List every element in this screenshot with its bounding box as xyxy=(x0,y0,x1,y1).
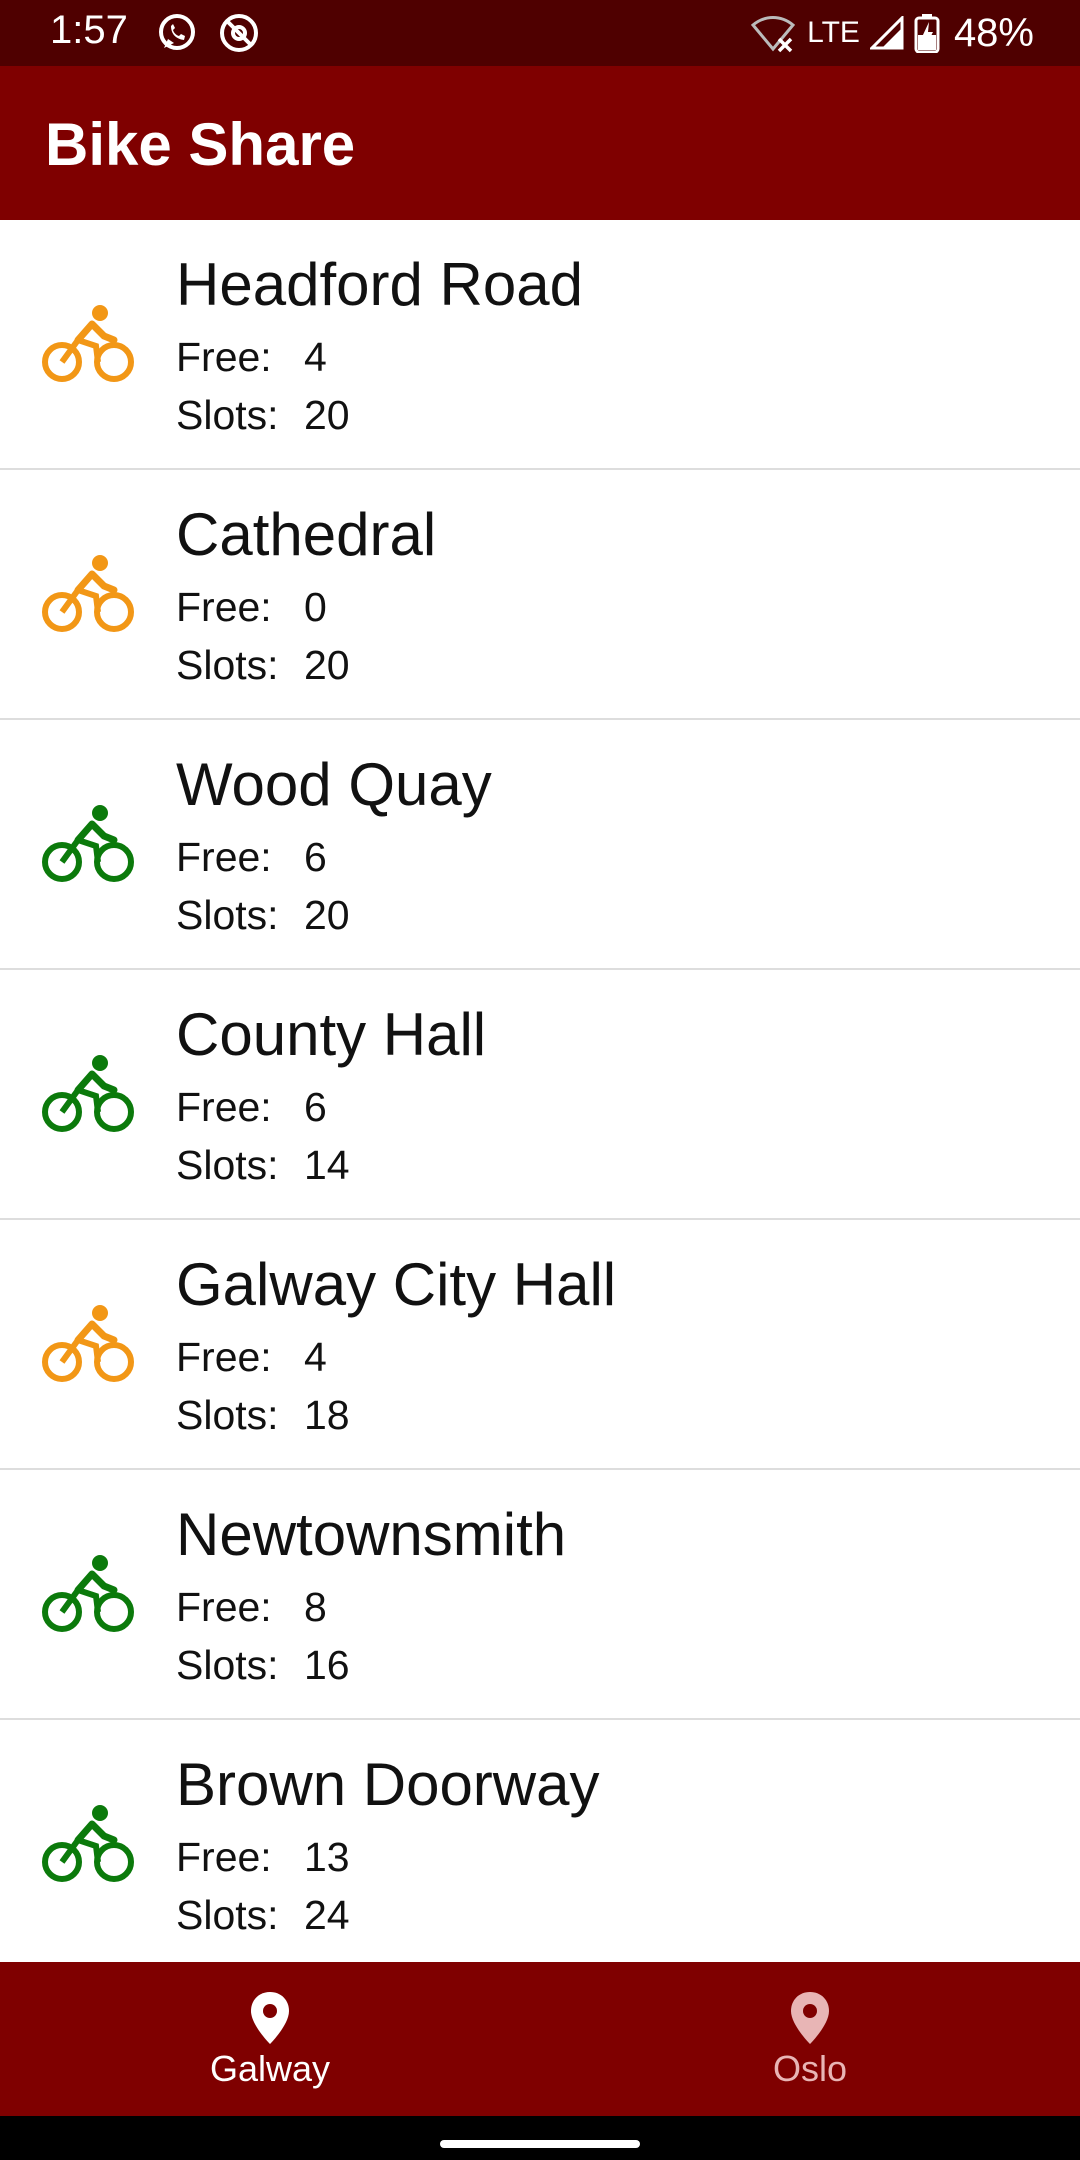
station-item[interactable]: Brown Doorway Free: 13 Slots: 24 xyxy=(0,1720,1080,1962)
station-slots-row: Slots: 20 xyxy=(176,892,350,939)
at-sign-icon xyxy=(220,14,258,52)
bike-orange-icon xyxy=(42,555,134,632)
station-free-row: Free: 6 xyxy=(176,834,327,881)
battery-percent: 48% xyxy=(953,10,1034,55)
bike-green-icon xyxy=(42,805,134,882)
station-name: Headford Road xyxy=(176,251,583,318)
slots-count: 20 xyxy=(304,392,350,438)
slots-label: Slots: xyxy=(176,1642,279,1688)
free-label: Free: xyxy=(176,1584,272,1630)
station-free-row: Free: 4 xyxy=(176,334,327,381)
station-name: Galway City Hall xyxy=(176,1251,617,1318)
free-label: Free: xyxy=(176,1334,272,1380)
nav-item-oslo[interactable]: Oslo xyxy=(540,1962,1080,2116)
station-slots-row: Slots: 20 xyxy=(176,642,350,689)
station-free-row: Free: 13 xyxy=(176,1834,350,1881)
network-type: LTE xyxy=(807,16,860,49)
free-count: 4 xyxy=(304,334,327,380)
station-item[interactable]: Cathedral Free: 0 Slots: 20 xyxy=(0,470,1080,720)
station-item[interactable]: Newtownsmith Free: 8 Slots: 16 xyxy=(0,1470,1080,1720)
whatsapp-icon xyxy=(159,14,195,50)
free-label: Free: xyxy=(176,834,272,880)
station-name: Newtownsmith xyxy=(176,1501,567,1568)
free-label: Free: xyxy=(176,1834,272,1880)
status-bar: 1:57 LTE 48% xyxy=(0,0,1080,66)
station-slots-row: Slots: 20 xyxy=(176,392,350,439)
slots-count: 24 xyxy=(304,1892,350,1938)
slots-count: 16 xyxy=(304,1642,350,1688)
station-slots-row: Slots: 24 xyxy=(176,1892,350,1939)
free-count: 6 xyxy=(304,834,327,880)
station-name: Cathedral xyxy=(176,501,437,568)
free-label: Free: xyxy=(176,1084,272,1130)
free-count: 13 xyxy=(304,1834,350,1880)
station-slots-row: Slots: 16 xyxy=(176,1642,350,1689)
location-pin-icon xyxy=(251,1992,289,2044)
station-name: Brown Doorway xyxy=(176,1751,600,1818)
slots-label: Slots: xyxy=(176,1392,279,1438)
free-count: 4 xyxy=(304,1334,327,1380)
battery-charging-icon xyxy=(914,14,940,53)
nav-item-galway[interactable]: Galway xyxy=(0,1962,540,2116)
nav-label-oslo: Oslo xyxy=(772,2048,848,2089)
station-free-row: Free: 8 xyxy=(176,1584,327,1631)
home-gesture-handle[interactable] xyxy=(440,2140,640,2148)
station-item[interactable]: Headford Road Free: 4 Slots: 20 xyxy=(0,220,1080,470)
nav-label-galway: Galway xyxy=(209,2048,331,2089)
bottom-navigation: Galway Oslo xyxy=(0,1962,1080,2116)
free-label: Free: xyxy=(176,334,272,380)
status-right-group: LTE 48% xyxy=(751,8,1034,58)
bike-green-icon xyxy=(42,1055,134,1132)
slots-label: Slots: xyxy=(176,392,279,438)
free-count: 0 xyxy=(304,584,327,630)
free-count: 8 xyxy=(304,1584,327,1630)
slots-label: Slots: xyxy=(176,1892,279,1938)
bike-green-icon xyxy=(42,1555,134,1632)
screen: 1:57 LTE 48% Bike Share Headford Road Fr… xyxy=(0,0,1080,2160)
station-list[interactable]: Headford Road Free: 4 Slots: 20 Cathedral xyxy=(0,220,1080,1962)
slots-count: 20 xyxy=(304,892,350,938)
station-free-row: Free: 6 xyxy=(176,1084,327,1131)
bike-green-icon xyxy=(42,1805,134,1882)
slots-count: 14 xyxy=(304,1142,350,1188)
slots-label: Slots: xyxy=(176,1142,279,1188)
station-free-row: Free: 4 xyxy=(176,1334,327,1381)
station-slots-row: Slots: 18 xyxy=(176,1392,350,1439)
slots-count: 18 xyxy=(304,1392,350,1438)
station-free-row: Free: 0 xyxy=(176,584,327,631)
slots-count: 20 xyxy=(304,642,350,688)
bike-orange-icon xyxy=(42,305,134,382)
location-pin-icon xyxy=(791,1992,829,2044)
wifi-off-icon xyxy=(751,16,796,53)
station-slots-row: Slots: 14 xyxy=(176,1142,350,1189)
app-bar: Bike Share xyxy=(0,66,1080,220)
free-count: 6 xyxy=(304,1084,327,1130)
station-item[interactable]: County Hall Free: 6 Slots: 14 xyxy=(0,970,1080,1220)
slots-label: Slots: xyxy=(176,892,279,938)
station-item[interactable]: Wood Quay Free: 6 Slots: 20 xyxy=(0,720,1080,970)
slots-label: Slots: xyxy=(176,642,279,688)
system-navigation-bar xyxy=(0,2116,1080,2160)
bike-orange-icon xyxy=(42,1305,134,1382)
status-time: 1:57 xyxy=(50,8,128,52)
free-label: Free: xyxy=(176,584,272,630)
station-name: Wood Quay xyxy=(176,751,492,818)
signal-icon xyxy=(869,16,904,50)
station-item[interactable]: Galway City Hall Free: 4 Slots: 18 xyxy=(0,1220,1080,1470)
app-title: Bike Share xyxy=(45,111,356,178)
station-name: County Hall xyxy=(176,1001,487,1068)
